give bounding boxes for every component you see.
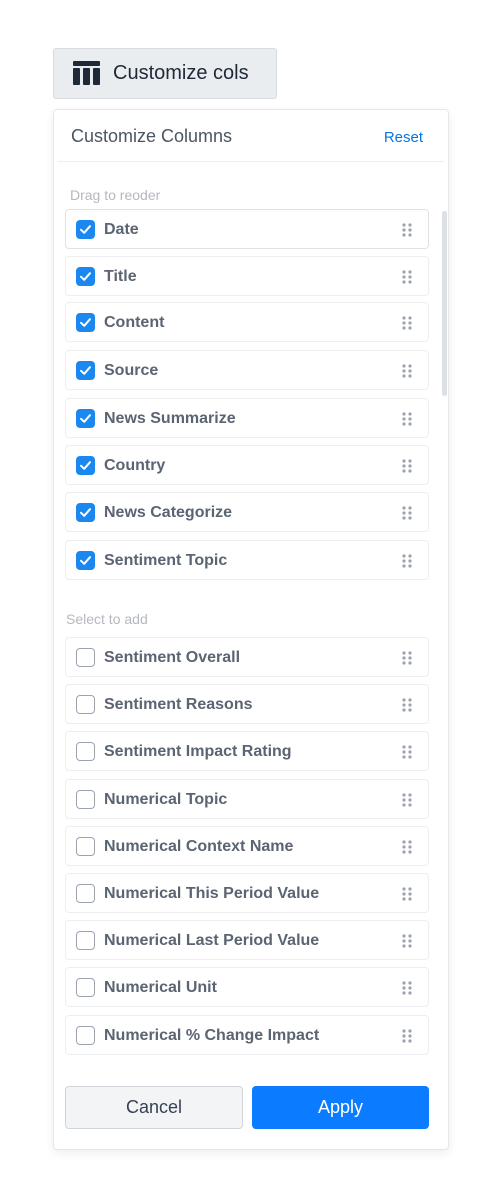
column-label: News Categorize (104, 504, 233, 521)
column-label: Country (104, 457, 166, 474)
column-row[interactable]: News Categorize (65, 492, 429, 532)
column-label: Numerical This Period Value (104, 885, 320, 902)
checkbox-checked[interactable] (76, 220, 95, 239)
customize-columns-panel: Customize Columns Reset Drag to reoder D… (53, 109, 449, 1150)
drag-handle-icon[interactable] (402, 459, 412, 473)
column-row[interactable]: Source (65, 350, 429, 390)
checkbox-checked[interactable] (76, 361, 95, 380)
column-label: Numerical Unit (104, 979, 217, 996)
checkbox-unchecked[interactable] (76, 837, 95, 856)
checkbox-unchecked[interactable] (76, 695, 95, 714)
column-row[interactable]: Title (65, 256, 429, 296)
drag-handle-icon[interactable] (402, 1029, 412, 1043)
column-row[interactable]: Country (65, 445, 429, 485)
checkbox-checked[interactable] (76, 313, 95, 332)
checkbox-unchecked[interactable] (76, 1026, 95, 1045)
cancel-button[interactable]: Cancel (65, 1086, 243, 1129)
drag-handle-icon[interactable] (402, 364, 412, 378)
checkbox-unchecked[interactable] (76, 790, 95, 809)
checkbox-unchecked[interactable] (76, 742, 95, 761)
drag-handle-icon[interactable] (402, 506, 412, 520)
scrollbar-thumb[interactable] (442, 211, 447, 396)
column-label: Title (104, 268, 137, 285)
check-icon (80, 225, 91, 234)
checkbox-unchecked[interactable] (76, 648, 95, 667)
checkbox-checked[interactable] (76, 503, 95, 522)
column-label: News Summarize (104, 410, 236, 427)
column-row[interactable]: Sentiment Reasons (65, 684, 429, 724)
column-label: Sentiment Overall (104, 649, 241, 666)
column-row[interactable]: Numerical This Period Value (65, 873, 429, 913)
drag-handle-icon[interactable] (402, 934, 412, 948)
column-row[interactable]: Numerical Unit (65, 967, 429, 1007)
customize-cols-label: Customize cols (113, 62, 249, 84)
table-columns-icon (73, 61, 100, 85)
column-row[interactable]: Content (65, 302, 429, 342)
drag-handle-icon[interactable] (402, 840, 412, 854)
column-row[interactable]: Numerical Last Period Value (65, 920, 429, 960)
reset-link[interactable]: Reset (384, 129, 423, 146)
drag-handle-icon[interactable] (402, 745, 412, 759)
drag-handle-icon[interactable] (402, 651, 412, 665)
drag-handle-icon[interactable] (402, 554, 412, 568)
check-icon (80, 272, 91, 281)
column-row[interactable]: Numerical % Change Impact (65, 1015, 429, 1055)
column-row[interactable]: Sentiment Overall (65, 637, 429, 677)
column-row[interactable]: Numerical Context Name (65, 826, 429, 866)
column-label: Numerical Last Period Value (104, 932, 320, 949)
drag-handle-icon[interactable] (402, 887, 412, 901)
checkbox-checked[interactable] (76, 409, 95, 428)
drag-handle-icon[interactable] (402, 316, 412, 330)
check-icon (80, 414, 91, 423)
drag-handle-icon[interactable] (402, 698, 412, 712)
customize-cols-button[interactable]: Customize cols (53, 48, 277, 99)
check-icon (80, 366, 91, 375)
column-label: Date (104, 221, 139, 238)
drag-handle-icon[interactable] (402, 793, 412, 807)
check-icon (80, 318, 91, 327)
panel-title: Customize Columns (71, 126, 233, 146)
checkbox-checked[interactable] (76, 551, 95, 570)
checkbox-checked[interactable] (76, 267, 95, 286)
apply-button[interactable]: Apply (252, 1086, 429, 1129)
drag-handle-icon[interactable] (402, 223, 412, 237)
checkbox-unchecked[interactable] (76, 978, 95, 997)
column-label: Content (104, 314, 165, 331)
checkbox-unchecked[interactable] (76, 884, 95, 903)
selected-section-label: Drag to reoder (70, 187, 161, 203)
column-row[interactable]: Date (65, 209, 429, 249)
drag-handle-icon[interactable] (402, 270, 412, 284)
column-row[interactable]: Sentiment Impact Rating (65, 731, 429, 771)
column-label: Numerical Topic (104, 791, 228, 808)
check-icon (80, 556, 91, 565)
drag-handle-icon[interactable] (402, 981, 412, 995)
column-row[interactable]: News Summarize (65, 398, 429, 438)
column-label: Sentiment Topic (104, 552, 228, 569)
available-section-label: Select to add (66, 611, 148, 627)
column-label: Numerical % Change Impact (104, 1027, 320, 1044)
column-label: Sentiment Reasons (104, 696, 253, 713)
drag-handle-icon[interactable] (402, 412, 412, 426)
check-icon (80, 508, 91, 517)
column-label: Sentiment Impact Rating (104, 743, 292, 760)
checkbox-unchecked[interactable] (76, 931, 95, 950)
header-divider (58, 161, 444, 162)
column-row[interactable]: Numerical Topic (65, 779, 429, 819)
column-label: Numerical Context Name (104, 838, 294, 855)
column-label: Source (104, 362, 159, 379)
column-row[interactable]: Sentiment Topic (65, 540, 429, 580)
check-icon (80, 461, 91, 470)
checkbox-checked[interactable] (76, 456, 95, 475)
